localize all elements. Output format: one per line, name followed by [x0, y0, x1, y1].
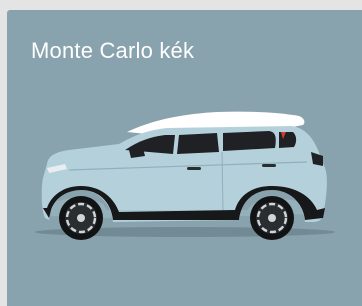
car-window-quarter	[279, 132, 297, 148]
car-door-handle-rear	[262, 164, 276, 167]
car-front-wheel	[59, 196, 103, 240]
car-side-view-image	[35, 111, 335, 240]
color-name-label: Monte Carlo kék	[31, 38, 195, 63]
car-rear-wheel	[250, 196, 294, 240]
color-swatch-card[interactable]: Monte Carlo kék	[7, 10, 362, 306]
car-window-middle	[177, 133, 219, 154]
car-window-rear	[223, 131, 276, 151]
car-door-handle-front	[187, 167, 201, 170]
